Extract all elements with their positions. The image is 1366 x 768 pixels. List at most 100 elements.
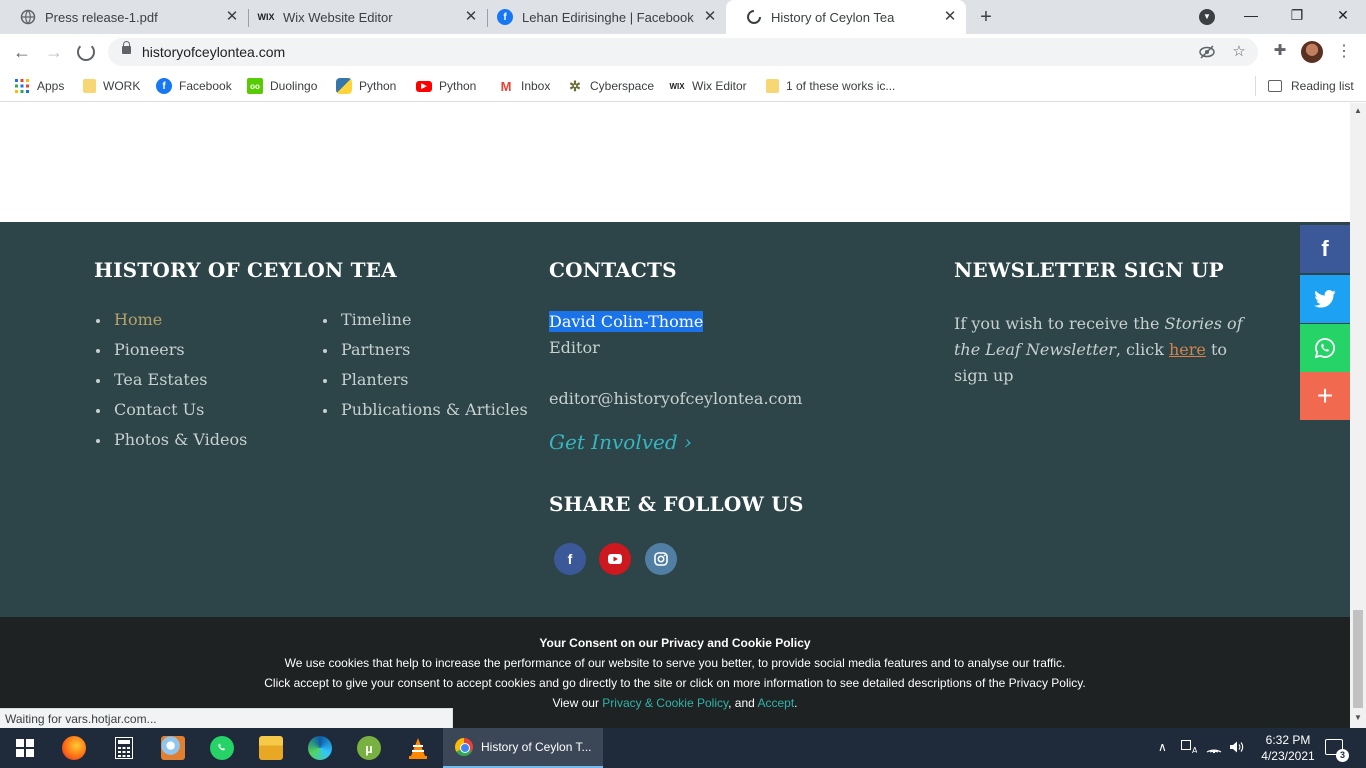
contact-email[interactable]: editor@historyofceylontea.com — [549, 389, 802, 408]
back-button[interactable]: ← — [12, 42, 32, 62]
scroll-down-arrow-icon[interactable]: ▼ — [1354, 713, 1362, 722]
facebook-icon[interactable]: f — [554, 543, 586, 575]
bullet — [323, 379, 327, 383]
tab-title: Wix Website Editor — [283, 9, 393, 25]
tab-press-release[interactable]: Press release-1.pdf ✕ — [0, 0, 249, 34]
consent-line-3-end: . — [794, 696, 798, 710]
get-involved-link[interactable]: Get Involved › — [549, 430, 692, 454]
bookmark-wix-editor[interactable]: WIX Wix Editor — [669, 76, 746, 96]
footer-link-contact-us[interactable]: Contact Us — [114, 400, 204, 419]
tab-search-icon[interactable]: ▼ — [1199, 9, 1215, 25]
clock-time: 6:32 PM — [1265, 733, 1311, 747]
bookmarks-bar: Apps WORK f Facebook oo Duolingo Python … — [0, 70, 1366, 102]
wifi-icon[interactable] — [1206, 740, 1222, 757]
lock-icon[interactable] — [122, 41, 131, 54]
bookmark-label: Apps — [37, 79, 65, 93]
consent-title: Your Consent on our Privacy and Cookie P… — [0, 636, 1350, 650]
footer-link-planters[interactable]: Planters — [341, 370, 408, 389]
reading-list-button[interactable]: Reading list — [1255, 76, 1354, 96]
contact-name-text: David Colin-Thome — [549, 311, 704, 332]
newsletter-text-mid: , click — [1115, 340, 1169, 359]
bookmark-star-icon[interactable]: ☆ — [1230, 43, 1248, 61]
duolingo-icon: oo — [247, 78, 263, 94]
instagram-icon[interactable] — [645, 543, 677, 575]
contact-name: David Colin-Thome — [549, 311, 704, 332]
newsletter-text-start: If you wish to receive the — [954, 314, 1165, 333]
cyberspace-icon: ✲ — [569, 77, 581, 94]
footer-link-publications-articles[interactable]: Publications & Articles — [341, 400, 528, 419]
newsletter-signup-link[interactable]: here — [1169, 340, 1206, 359]
share-whatsapp-button[interactable] — [1300, 324, 1350, 372]
bullet — [96, 409, 100, 413]
more-menu-icon[interactable]: ⋮ — [1336, 42, 1352, 62]
consent-line-2: Click accept to give your consent to acc… — [264, 676, 1086, 690]
footer-link-home[interactable]: Home — [114, 310, 162, 329]
bookmark-label: Python — [359, 79, 397, 93]
footer-link-partners[interactable]: Partners — [341, 340, 410, 359]
firefox-icon[interactable] — [62, 736, 86, 760]
extensions-icon[interactable]: ✚ — [1271, 42, 1289, 60]
calculator-icon[interactable] — [112, 736, 136, 760]
forward-button[interactable]: → — [44, 42, 64, 62]
bookmark-cyberspace[interactable]: ✲ Cyberspace — [567, 76, 654, 96]
close-tab-icon[interactable]: ✕ — [942, 9, 958, 25]
close-window-button[interactable]: ✕ — [1331, 5, 1355, 25]
restore-button[interactable]: ❐ — [1285, 5, 1309, 25]
address-bar[interactable]: historyofceylontea.com ☆ — [108, 38, 1258, 66]
footer-link-tea-estates[interactable]: Tea Estates — [114, 370, 208, 389]
volume-icon[interactable] — [1229, 740, 1245, 757]
edge-icon[interactable] — [308, 736, 332, 760]
youtube-icon[interactable] — [599, 543, 631, 575]
stop-loading-icon[interactable] — [77, 43, 95, 61]
system-clock[interactable]: 6:32 PM 4/23/2021 — [1258, 732, 1318, 764]
vlc-icon[interactable] — [406, 736, 430, 760]
tab-facebook[interactable]: f Lehan Edirisinghe | Facebook ✕ — [477, 0, 726, 34]
language-icon[interactable]: A — [1181, 740, 1198, 757]
taskbar-chrome-window[interactable]: History of Ceylon T... — [443, 728, 603, 768]
bookmark-python-1[interactable]: Python — [336, 76, 396, 96]
footer-link-pioneers[interactable]: Pioneers — [114, 340, 185, 359]
bookmark-folder-works[interactable]: 1 of these works ic... — [765, 76, 895, 96]
profile-avatar[interactable] — [1301, 41, 1323, 63]
bookmark-facebook[interactable]: f Facebook — [156, 76, 232, 96]
bookmark-apps[interactable]: Apps — [14, 76, 64, 96]
tracking-blocked-icon[interactable] — [1198, 43, 1216, 61]
bookmark-label: Inbox — [521, 79, 551, 93]
newsletter-text: If you wish to receive the Stories of th… — [954, 311, 1264, 389]
scrollbar-thumb[interactable] — [1353, 610, 1363, 708]
utorrent-icon[interactable]: µ — [357, 736, 381, 760]
bookmark-duolingo[interactable]: oo Duolingo — [247, 76, 317, 96]
tab-wix-editor[interactable]: WIX Wix Website Editor ✕ — [238, 0, 488, 34]
privacy-policy-link[interactable]: Privacy & Cookie Policy — [602, 696, 728, 710]
scroll-up-arrow-icon[interactable]: ▲ — [1354, 106, 1362, 115]
bookmark-work[interactable]: WORK — [82, 76, 140, 96]
chrome-icon — [455, 738, 473, 756]
footer-link-timeline[interactable]: Timeline — [341, 310, 411, 329]
show-hidden-icons-icon[interactable]: ∧ — [1158, 740, 1167, 754]
minimize-button[interactable]: — — [1239, 5, 1263, 25]
footer-link-photos-videos[interactable]: Photos & Videos — [114, 430, 247, 449]
share-twitter-button[interactable] — [1300, 275, 1350, 323]
bookmark-python-youtube[interactable]: ▶ Python — [416, 76, 476, 96]
share-more-button[interactable]: + — [1300, 372, 1350, 420]
whatsapp-icon[interactable] — [210, 736, 234, 760]
facebook-icon: f — [156, 78, 172, 94]
bookmark-inbox[interactable]: M Inbox — [498, 76, 551, 96]
bullet — [96, 439, 100, 443]
close-tab-icon[interactable]: ✕ — [702, 9, 718, 25]
tab-history-of-ceylon-tea[interactable]: History of Ceylon Tea ✕ — [726, 0, 966, 34]
file-explorer-icon[interactable] — [259, 736, 283, 760]
url-text: historyofceylontea.com — [142, 44, 286, 60]
windows-start-icon[interactable] — [13, 736, 37, 760]
new-tab-button[interactable]: + — [976, 7, 996, 27]
folder-icon — [83, 79, 96, 93]
share-facebook-button[interactable]: f — [1300, 225, 1350, 273]
paint-icon[interactable] — [161, 736, 185, 760]
newsletter-heading: NEWSLETTER SIGN UP — [954, 258, 1224, 282]
clock-date: 4/23/2021 — [1261, 749, 1315, 763]
contact-role: Editor — [549, 338, 600, 357]
consent-line-3-start: View our — [552, 696, 603, 710]
consent-line-3-mid: , and — [728, 696, 758, 710]
folder-icon — [766, 79, 779, 93]
accept-cookies-link[interactable]: Accept — [757, 696, 794, 710]
